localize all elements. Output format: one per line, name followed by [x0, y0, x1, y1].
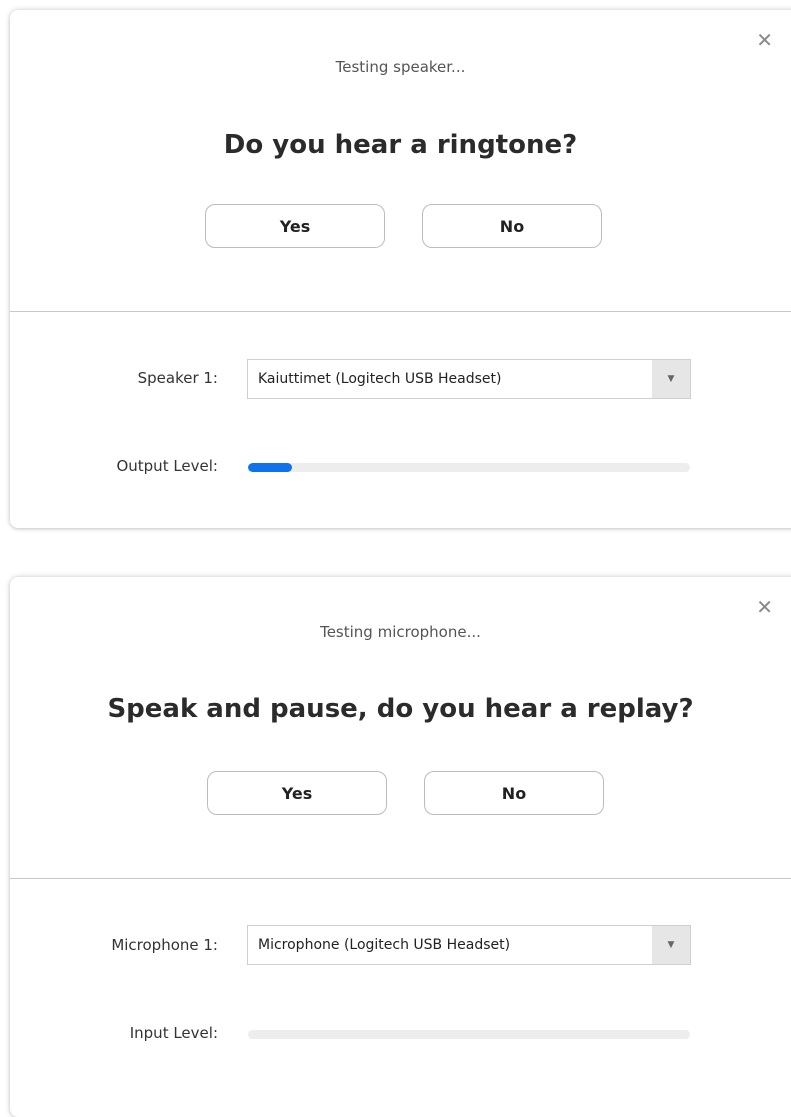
mic-test-question: Speak and pause, do you hear a replay? — [107, 694, 694, 724]
microphone-test-dialog: ✕ Testing microphone... Speak and pause,… — [10, 577, 791, 1117]
mic-yes-button[interactable]: Yes — [207, 771, 387, 815]
mic-device-select[interactable]: Microphone (Logitech USB Headset) ▼ — [247, 925, 691, 965]
mic-no-button[interactable]: No — [424, 771, 604, 815]
speaker-test-question: Do you hear a ringtone? — [223, 130, 578, 160]
speaker-divider — [10, 311, 791, 312]
mic-divider — [10, 878, 791, 879]
speaker-yes-button[interactable]: Yes — [205, 204, 385, 248]
input-level-label: Input Level: — [129, 1024, 218, 1042]
chevron-down-icon[interactable]: ▼ — [652, 926, 690, 964]
mic-device-value: Microphone (Logitech USB Headset) — [258, 937, 511, 953]
chevron-down-icon[interactable]: ▼ — [652, 360, 690, 398]
speaker-test-dialog: ✕ Testing speaker... Do you hear a ringt… — [10, 10, 791, 528]
output-level-label: Output Level: — [116, 457, 218, 475]
speaker-device-select[interactable]: Kaiuttimet (Logitech USB Headset) ▼ — [247, 359, 691, 399]
close-icon[interactable]: ✕ — [756, 597, 773, 617]
speaker-device-value: Kaiuttimet (Logitech USB Headset) — [258, 371, 502, 387]
output-level-meter — [248, 463, 690, 472]
output-level-fill — [248, 463, 293, 472]
mic-test-status: Testing microphone... — [320, 623, 481, 641]
speaker-no-button[interactable]: No — [422, 204, 602, 248]
speaker-device-label: Speaker 1: — [137, 369, 218, 387]
speaker-test-status: Testing speaker... — [335, 58, 466, 76]
close-icon[interactable]: ✕ — [756, 30, 773, 50]
input-level-meter — [248, 1030, 690, 1039]
mic-device-label: Microphone 1: — [111, 936, 218, 954]
